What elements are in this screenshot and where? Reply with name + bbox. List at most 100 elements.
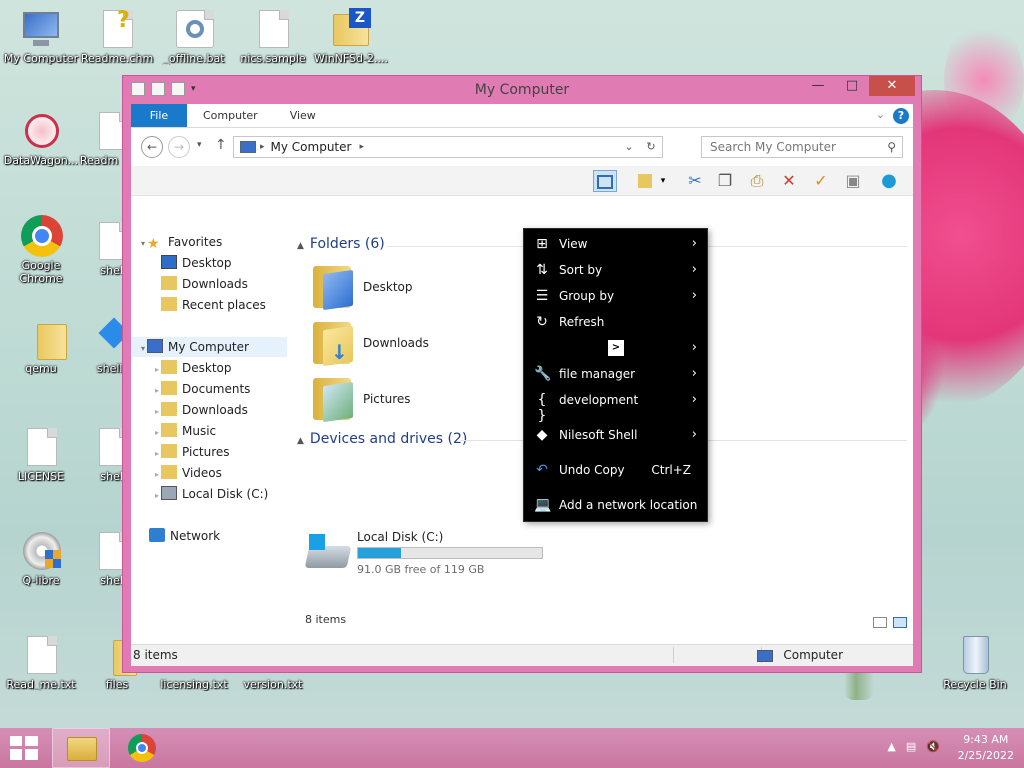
music-icon: [161, 423, 178, 437]
nav-network[interactable]: Network: [149, 526, 220, 546]
nav-pc-music[interactable]: ▸ Music: [155, 421, 216, 441]
recent-locations-icon[interactable]: ▾: [197, 140, 202, 150]
nav-fav-recent-places[interactable]: Recent places: [161, 295, 266, 315]
minimize-button[interactable]: —: [801, 76, 835, 96]
clock[interactable]: 9:43 AM 2/25/2022: [958, 732, 1014, 764]
nav-pc-documents[interactable]: ▸ Documents: [155, 379, 250, 399]
desktop-icon-datawagon[interactable]: DataWagon...: [0, 110, 82, 188]
breadcrumb-arrow-icon[interactable]: ▸: [359, 142, 364, 152]
nav-fav-desktop[interactable]: Desktop: [161, 253, 232, 273]
preview-pane-icon[interactable]: [593, 170, 617, 192]
show-hidden-icons[interactable]: ▲: [887, 740, 895, 753]
group-title: Devices and drives (2): [309, 431, 468, 447]
desktop-icon-my-computer[interactable]: My Computer: [0, 8, 82, 86]
batch-gear-icon: [172, 8, 216, 50]
menu-item-group-by[interactable]: ☰ Group by ›: [524, 283, 709, 309]
volume-muted-icon[interactable]: 🔇: [926, 740, 940, 753]
refresh-icon[interactable]: ↻: [640, 137, 662, 157]
tab-computer[interactable]: Computer: [187, 104, 274, 127]
copy-icon[interactable]: ❐: [713, 170, 737, 192]
desktop-icon-shell-2[interactable]: shell.: [72, 317, 130, 396]
group-header-folders[interactable]: ▲ Folders (6): [297, 236, 385, 252]
clock-date: 2/25/2022: [957, 749, 1014, 762]
submenu-arrow-icon: ›: [691, 366, 697, 381]
desktop-icon-google-chrome[interactable]: Google Chrome: [0, 215, 82, 293]
help-icon[interactable]: ?: [893, 108, 909, 124]
details-view-icon[interactable]: [873, 617, 887, 628]
archive-icon: Z: [329, 8, 373, 50]
group-header-devices[interactable]: ▲ Devices and drives (2): [297, 431, 467, 447]
properties-icon[interactable]: ▣: [841, 170, 865, 192]
folder-icon: [19, 318, 67, 360]
address-dropdown-icon[interactable]: ⌄: [618, 137, 640, 157]
nav-pc-videos[interactable]: ▸ Videos: [155, 463, 222, 483]
menu-item-sort-by[interactable]: ⇅ Sort by ›: [524, 257, 709, 283]
folder-item-pictures[interactable]: Pictures: [305, 374, 505, 430]
drive-item-local-disk[interactable]: Local Disk (C:) 91.0 GB free of 119 GB: [304, 530, 545, 582]
grid-icon: ⊞: [536, 236, 548, 252]
desktop-icon-qemu[interactable]: qemu: [0, 318, 82, 396]
menu-item-refresh[interactable]: ↻ Refresh: [524, 309, 709, 335]
ribbon-tabs: File Computer View ⌄ ?: [131, 104, 913, 128]
breadcrumb-arrow-icon[interactable]: ▸: [260, 142, 265, 152]
forward-button[interactable]: →: [168, 136, 190, 158]
start-button[interactable]: [10, 736, 38, 760]
large-icons-view-icon[interactable]: [893, 617, 907, 628]
nav-pc-desktop[interactable]: ▸ Desktop: [155, 358, 232, 378]
folder-item-desktop[interactable]: Desktop: [305, 262, 505, 318]
maximize-button[interactable]: □: [835, 76, 869, 96]
back-button[interactable]: ←: [141, 136, 163, 158]
nav-label: Favorites: [168, 235, 223, 249]
submenu-arrow-icon: ›: [691, 392, 697, 407]
taskbar-file-explorer[interactable]: [52, 728, 110, 768]
nav-label: Local Disk (C:): [182, 487, 269, 501]
network-location-icon: 💻: [534, 497, 552, 513]
menu-item-nilesoft-shell[interactable]: ◆ Nilesoft Shell ›: [524, 422, 709, 448]
nav-favorites[interactable]: ▾ ★ Favorites: [141, 232, 222, 252]
command-toolbar: ▾ ✂ ❐ ⎙ ✕ ✓ ▣ ●: [131, 166, 913, 196]
submenu-arrow-icon: ›: [691, 427, 697, 442]
menu-item-terminal[interactable]: > ›: [524, 335, 709, 361]
windows-logo-icon: [10, 736, 38, 760]
desktop-icon-shell-4[interactable]: shell: [72, 530, 129, 608]
breadcrumb-my-computer[interactable]: My Computer: [271, 140, 352, 154]
nav-fav-downloads[interactable]: Downloads: [161, 274, 248, 294]
desktop-icon-license[interactable]: LICENSE: [0, 426, 82, 504]
network-tray-icon[interactable]: ▤: [906, 740, 916, 753]
globe-icon[interactable]: ●: [877, 170, 901, 192]
folder-item-downloads[interactable]: ↓ Downloads: [305, 318, 505, 374]
desktop-icon-q-libre[interactable]: Q-libre: [0, 530, 82, 608]
menu-item-development[interactable]: { } development ›: [524, 387, 709, 424]
terminal-icon: >: [608, 340, 624, 356]
menu-item-view[interactable]: ⊞ View ›: [524, 231, 709, 257]
ribbon-expand-icon[interactable]: ⌄: [876, 108, 885, 121]
nav-my-computer[interactable]: ▾ My Computer: [131, 337, 287, 357]
nav-pc-pictures[interactable]: ▸ Pictures: [155, 442, 230, 462]
tab-file[interactable]: File: [131, 104, 187, 127]
taskbar-chrome[interactable]: [114, 728, 172, 768]
desktop-icon-shell-1[interactable]: shell: [72, 220, 129, 298]
menu-item-add-network-location[interactable]: 💻 Add a network location: [524, 492, 709, 518]
up-icon[interactable]: ↑: [215, 137, 227, 153]
menu-item-file-manager[interactable]: 🔧 file manager ›: [524, 361, 709, 387]
cut-icon[interactable]: ✂: [683, 170, 707, 192]
title-bar[interactable]: ▾ My Computer — □ ✕: [123, 76, 921, 104]
desktop-icon-read-me-txt[interactable]: Read_me.txt: [0, 634, 82, 712]
address-bar[interactable]: ▸ My Computer ▸ ⌄ ↻: [233, 136, 663, 158]
tab-view[interactable]: View: [274, 104, 332, 127]
shell-gear-icon: [77, 220, 129, 262]
paste-icon[interactable]: ⎙: [745, 170, 769, 192]
desktop-icon-recycle-bin[interactable]: Recycle Bin: [934, 634, 1016, 712]
toolbar-dropdown-icon[interactable]: ▾: [657, 170, 669, 192]
desktop-icon-shell-3[interactable]: shell: [72, 426, 129, 504]
nav-pc-local-disk[interactable]: ▸ Local Disk (C:): [155, 484, 268, 504]
search-input[interactable]: Search My Computer ⚲: [701, 136, 903, 158]
close-button[interactable]: ✕: [869, 76, 915, 96]
nav-label: Desktop: [182, 256, 232, 270]
desktop-icon-readme[interactable]: Readm: [72, 110, 129, 188]
menu-item-undo-copy[interactable]: ↶ Undo Copy Ctrl+Z: [524, 457, 709, 483]
select-folder-icon[interactable]: [633, 170, 657, 192]
rename-check-icon[interactable]: ✓: [809, 170, 833, 192]
delete-icon[interactable]: ✕: [777, 170, 801, 192]
nav-pc-downloads[interactable]: ▸ Downloads: [155, 400, 248, 420]
